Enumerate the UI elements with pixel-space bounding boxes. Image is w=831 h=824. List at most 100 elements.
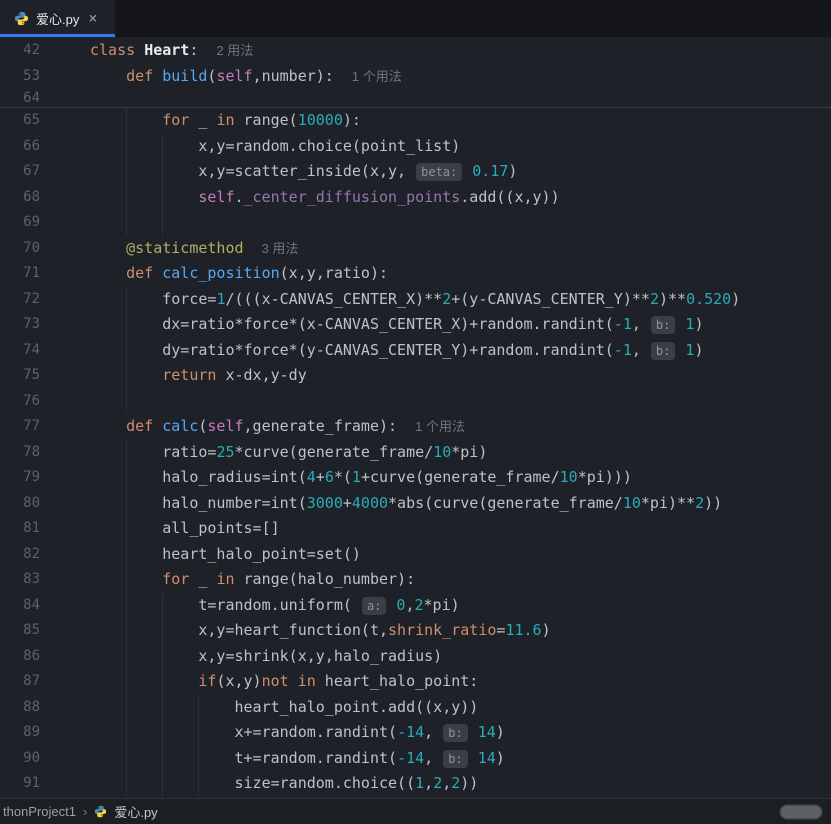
line-number[interactable]: 72 — [0, 287, 90, 313]
line-number[interactable]: 83 — [0, 567, 90, 593]
code-token: (x,y,ratio): — [279, 264, 389, 282]
code-line[interactable]: 72 force=1/(((x-CANVAS_CENTER_X)**2+(y-C… — [0, 286, 831, 313]
code-line[interactable]: 67 x,y=scatter_inside(x,y, beta: 0.17) — [0, 159, 831, 185]
code-line[interactable]: 75 return x-dx,y-dy — [0, 363, 831, 389]
indent-guide — [126, 312, 128, 338]
usage-hint[interactable]: 1 个用法 — [415, 419, 465, 434]
code-token: range(halo_number): — [234, 570, 416, 588]
code-token: not — [261, 672, 289, 690]
line-number[interactable]: 64 — [0, 89, 90, 107]
code-line[interactable]: 81 all_points=[] — [0, 516, 831, 542]
line-number[interactable]: 74 — [0, 338, 90, 364]
code-line[interactable]: 80 halo_number=int(3000+4000*abs(curve(g… — [0, 490, 831, 517]
line-number[interactable]: 76 — [0, 389, 90, 415]
line-number[interactable]: 80 — [0, 491, 90, 517]
line-number[interactable]: 42 — [0, 37, 90, 63]
code-line[interactable]: 64 — [0, 89, 831, 107]
code-token: + — [342, 493, 352, 512]
code-line[interactable]: 73 dx=ratio*force*(x-CANVAS_CENTER_X)+ra… — [0, 312, 831, 338]
code-line[interactable]: 85 x,y=heart_function(t,shrink_ratio=11.… — [0, 618, 831, 644]
line-number[interactable]: 67 — [0, 159, 90, 185]
code-token: , — [442, 774, 452, 792]
indent-guide — [162, 184, 164, 210]
line-number[interactable]: 87 — [0, 669, 90, 695]
code-line[interactable]: 65 for _ in range(10000): — [0, 108, 831, 134]
code-line[interactable]: 86 x,y=shrink(x,y,halo_radius) — [0, 643, 831, 670]
code-line[interactable]: 70 @staticmethod 3 用法 — [0, 236, 831, 262]
code-editor[interactable]: 42 class Heart: 2 用法 53 def build(self,num… — [0, 37, 831, 798]
line-number[interactable]: 79 — [0, 465, 90, 491]
code-line[interactable]: 83 for _ in range(halo_number): — [0, 567, 831, 593]
code-line[interactable]: 89 x+=random.randint(-14, b: 14) — [0, 720, 831, 746]
code-token: ratio= — [162, 442, 217, 461]
line-number[interactable]: 90 — [0, 746, 90, 772]
line-number[interactable]: 89 — [0, 720, 90, 746]
code-token: *abs(curve(generate_frame/ — [388, 493, 623, 512]
code-line[interactable]: 42 class Heart: 2 用法 — [0, 37, 831, 63]
line-number[interactable]: 73 — [0, 312, 90, 338]
line-number[interactable]: 85 — [0, 618, 90, 644]
code-line[interactable]: 74 dy=ratio*force*(y-CANVAS_CENTER_Y)+ra… — [0, 337, 831, 364]
tab-bar: 爱心.py × — [0, 0, 831, 37]
code-content: for _ in range(10000): — [90, 108, 831, 134]
indent-guide — [126, 363, 128, 389]
code-line[interactable]: 84 t=random.uniform( a: 0,2*pi) — [0, 592, 831, 619]
code-line[interactable]: 82 heart_halo_point=set() — [0, 541, 831, 568]
tab-close-icon[interactable]: × — [86, 9, 99, 28]
indent-guide — [198, 745, 200, 771]
line-number[interactable]: 75 — [0, 363, 90, 389]
line-number[interactable]: 81 — [0, 516, 90, 542]
line-number[interactable]: 78 — [0, 440, 90, 466]
line-number[interactable]: 71 — [0, 261, 90, 287]
indent-guide — [162, 694, 164, 720]
line-number[interactable]: 68 — [0, 185, 90, 211]
line-number[interactable]: 82 — [0, 542, 90, 568]
line-number[interactable]: 70 — [0, 236, 90, 262]
code-line[interactable]: 77 def calc(self,generate_frame): 1 个用法 — [0, 414, 831, 440]
code-line[interactable]: 71 def calc_position(x,y,ratio): — [0, 261, 831, 287]
code-token: dy=ratio*force*(y-CANVAS_CENTER_Y)+rando… — [162, 340, 614, 359]
code-content: @staticmethod 3 用法 — [90, 236, 831, 262]
code-token: self — [207, 417, 244, 435]
code-token: x,y=scatter_inside(x,y, — [198, 162, 416, 180]
code-line[interactable]: 79 halo_radius=int(4+6*(1+curve(generate… — [0, 465, 831, 491]
code-token: heart_halo_point=set() — [162, 544, 361, 563]
code-token: shrink_ratio — [388, 621, 497, 639]
code-line[interactable]: 66 x,y=random.choice(point_list) — [0, 133, 831, 160]
indent-guide — [162, 133, 164, 159]
line-number[interactable]: 88 — [0, 695, 90, 721]
breadcrumb-file[interactable]: 爱心.py — [114, 802, 157, 821]
code-line[interactable]: 53 def build(self,number): 1 个用法 — [0, 63, 831, 89]
line-number[interactable]: 86 — [0, 644, 90, 670]
usage-hint[interactable]: 3 用法 — [262, 241, 299, 256]
code-line[interactable]: 90 t+=random.randint(-14, b: 14) — [0, 745, 831, 772]
code-line[interactable]: 78 ratio=25*curve(generate_frame/10*pi) — [0, 439, 831, 466]
python-icon — [14, 11, 29, 26]
line-number[interactable]: 77 — [0, 414, 90, 440]
line-number[interactable]: 91 — [0, 771, 90, 797]
indent-guide — [126, 618, 128, 644]
line-number[interactable]: 65 — [0, 108, 90, 134]
indent-guide — [126, 210, 128, 236]
breadcrumb-project[interactable]: thonProject1 — [3, 804, 76, 819]
code-token: 3000 — [306, 493, 343, 512]
code-line[interactable]: 88 heart_halo_point.add((x,y)) — [0, 694, 831, 721]
indent-guide — [126, 490, 128, 516]
usage-hint[interactable]: 2 用法 — [216, 43, 253, 58]
code-line[interactable]: 91 size=random.choice((1,2,2)) — [0, 771, 831, 797]
code-line[interactable]: 68 self._center_diffusion_points.add((x,… — [0, 184, 831, 211]
code-content: dx=ratio*force*(x-CANVAS_CENTER_X)+rando… — [90, 312, 831, 338]
code-content: if(x,y)not in heart_halo_point: — [90, 669, 831, 695]
line-number[interactable]: 84 — [0, 593, 90, 619]
file-tab[interactable]: 爱心.py × — [0, 0, 116, 37]
usage-hint[interactable]: 1 个用法 — [352, 69, 402, 84]
code-token: x-dx,y-dy — [216, 366, 307, 384]
code-line[interactable]: 69 — [0, 210, 831, 236]
line-number[interactable]: 66 — [0, 134, 90, 160]
indent-guide — [126, 669, 128, 695]
line-number[interactable]: 69 — [0, 210, 90, 236]
line-number[interactable]: 53 — [0, 63, 90, 89]
code-line[interactable]: 76 — [0, 388, 831, 415]
indent-guide — [126, 771, 128, 797]
code-line[interactable]: 87 if(x,y)not in heart_halo_point: — [0, 669, 831, 695]
